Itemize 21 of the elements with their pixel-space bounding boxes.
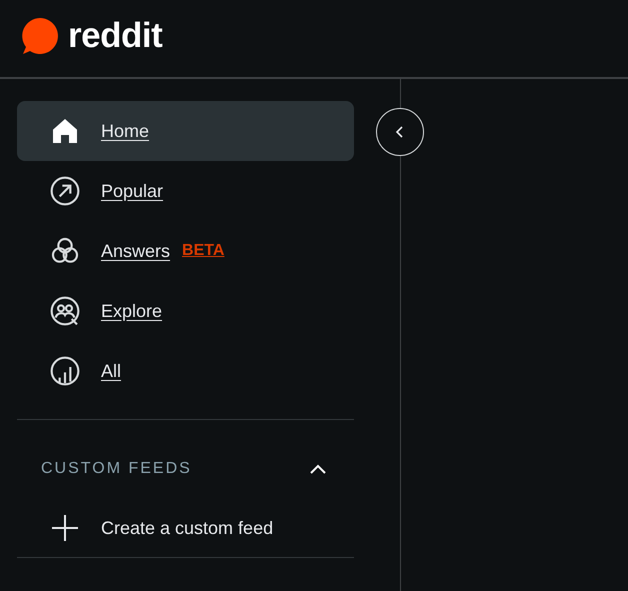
- nav-label[interactable]: All: [101, 360, 122, 382]
- nav-label[interactable]: Home: [101, 120, 150, 142]
- people-search-icon: [49, 295, 81, 327]
- collapse-sidebar-button[interactable]: [376, 108, 424, 156]
- logo-icon[interactable]: [20, 16, 60, 56]
- nav-label[interactable]: Explore: [101, 300, 162, 322]
- arrow-circle-icon: [49, 175, 81, 207]
- nav-item[interactable]: Answers BETA: [17, 221, 354, 281]
- create-feed-link[interactable]: Create a custom feed: [101, 518, 274, 538]
- nav-label[interactable]: Answers: [101, 240, 170, 262]
- plus-icon: [51, 514, 79, 542]
- nav-item[interactable]: All: [17, 341, 354, 401]
- logo-text[interactable]: reddit: [68, 16, 162, 56]
- nav-item[interactable]: Home: [17, 101, 354, 161]
- chevron-up-icon[interactable]: [309, 463, 327, 475]
- nav-item[interactable]: Popular: [17, 161, 354, 221]
- nav-item[interactable]: Explore: [17, 281, 354, 341]
- bar-chart-circle-icon: [49, 355, 81, 387]
- section-title: CUSTOM FEEDS: [41, 460, 192, 478]
- beta-label: BETA: [182, 242, 224, 260]
- nav-label[interactable]: Popular: [101, 180, 164, 202]
